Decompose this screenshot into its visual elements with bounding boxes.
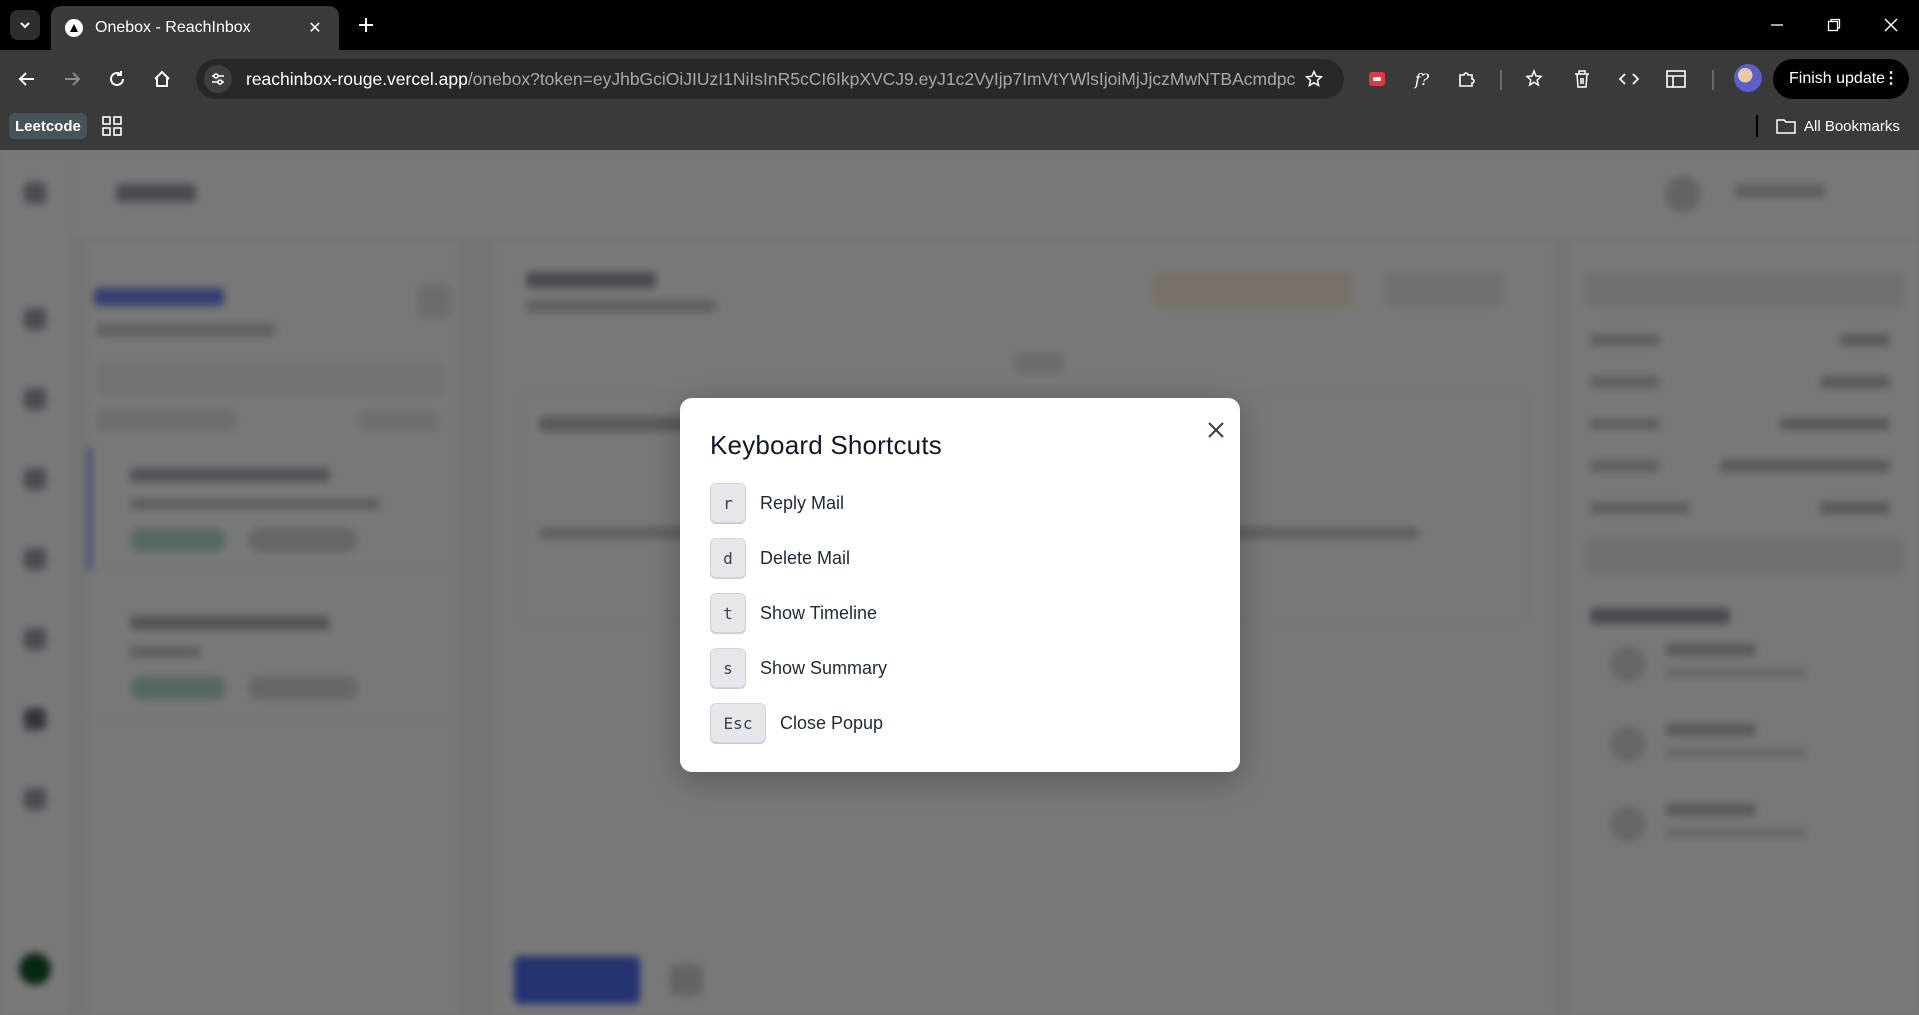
shortcut-row-reply: r Reply Mail [710, 483, 844, 523]
tune-icon [212, 73, 224, 85]
folder-icon [1776, 119, 1796, 134]
home-button[interactable] [147, 64, 177, 94]
video-extension-icon [1369, 72, 1385, 86]
tab-title: Onebox - ReachInbox [95, 19, 251, 36]
shortcut-row-close: Esc Close Popup [710, 703, 883, 743]
extensions-button[interactable] [1452, 64, 1482, 94]
shortcut-row-delete: d Delete Mail [710, 538, 850, 578]
restore-icon [1827, 18, 1841, 32]
shortcut-row-summary: s Show Summary [710, 648, 887, 688]
bookmark-leetcode[interactable]: Leetcode [9, 113, 87, 139]
close-icon [1208, 422, 1224, 438]
minimize-button[interactable] [1762, 10, 1792, 40]
puzzle-icon [1459, 72, 1475, 87]
shortcut-key: r [710, 483, 746, 523]
back-button[interactable] [12, 64, 42, 94]
trash-icon [1575, 70, 1589, 88]
close-window-button[interactable] [1876, 10, 1906, 40]
keyboard-shortcuts-modal: Keyboard Shortcuts r Reply Mail d Delete… [680, 398, 1240, 772]
apps-grid-icon[interactable] [101, 115, 123, 137]
tab-close-icon[interactable]: ✕ [305, 18, 325, 38]
reload-button[interactable] [102, 64, 132, 94]
restore-button[interactable] [1819, 10, 1849, 40]
shortcut-key: Esc [710, 703, 766, 743]
all-bookmarks-label: All Bookmarks [1804, 117, 1900, 135]
profile-avatar[interactable] [1734, 64, 1762, 92]
layout-icon [1666, 70, 1686, 88]
address-bar[interactable]: reachinbox-rouge.vercel.app/onebox?token… [196, 59, 1344, 99]
reload-icon [110, 71, 124, 86]
code-icon [1619, 73, 1639, 85]
shortcut-label: Show Summary [760, 657, 888, 678]
toolbar-separator [1500, 70, 1502, 90]
site-info-button[interactable] [204, 65, 232, 93]
star-list-icon [1525, 69, 1543, 87]
reachinbox-favicon-icon [65, 19, 83, 37]
extension-video-button[interactable] [1362, 64, 1392, 94]
shortcut-label: Show Timeline [760, 602, 878, 623]
shortcut-label: Close Popup [780, 712, 884, 733]
tab-strip: Onebox - ReachInbox ✕ [0, 0, 1919, 50]
browser-tab-active[interactable]: Onebox - ReachInbox ✕ [51, 6, 339, 50]
url-text: reachinbox-rouge.vercel.app/onebox?token… [246, 69, 1296, 90]
extension-formula-button[interactable]: f? [1407, 64, 1437, 94]
shortcut-label: Reply Mail [760, 492, 845, 513]
browser-toolbar: reachinbox-rouge.vercel.app/onebox?token… [0, 50, 1919, 108]
more-vert-icon[interactable]: ⋮ [1883, 68, 1899, 88]
new-tab-button[interactable] [352, 11, 380, 39]
bookmarks-bar: Leetcode All Bookmarks [0, 108, 1919, 150]
favorites-button[interactable] [1520, 64, 1550, 94]
bookmarks-separator [1756, 115, 1758, 137]
shortcut-key: t [710, 593, 746, 633]
minimize-icon [1771, 24, 1783, 26]
tab-search-button[interactable] [10, 10, 40, 40]
modal-title: Keyboard Shortcuts [710, 430, 942, 460]
sidepanel-button[interactable] [1661, 64, 1691, 94]
shortcut-label: Delete Mail [760, 547, 851, 568]
finish-update-label: Finish update [1789, 70, 1886, 87]
url-host: reachinbox-rouge.vercel.app [246, 68, 468, 89]
bookmark-star-button[interactable] [1300, 65, 1328, 93]
close-icon [1884, 18, 1898, 32]
finish-update-button[interactable]: Finish update ⋮ [1773, 59, 1909, 99]
forward-button[interactable] [57, 64, 87, 94]
url-path: /onebox?token=eyJhbGciOiJIUzI1NiIsInR5cC… [467, 68, 1296, 89]
arrow-right-icon [65, 72, 81, 86]
formula-icon: f? [1414, 69, 1430, 89]
star-icon [1305, 70, 1323, 88]
shortcut-row-timeline: t Show Timeline [710, 593, 877, 633]
modal-close-button[interactable] [1202, 416, 1230, 444]
home-icon [154, 70, 170, 87]
toolbar-separator [1712, 70, 1714, 90]
chevron-down-icon [20, 22, 30, 29]
shortcut-key: s [710, 648, 746, 688]
plus-icon [359, 18, 373, 32]
devtools-button[interactable] [1614, 64, 1644, 94]
all-bookmarks-button[interactable]: All Bookmarks [1776, 114, 1900, 138]
shortcut-key: d [710, 538, 746, 578]
arrow-left-icon [18, 72, 34, 86]
trash-button[interactable] [1567, 64, 1597, 94]
